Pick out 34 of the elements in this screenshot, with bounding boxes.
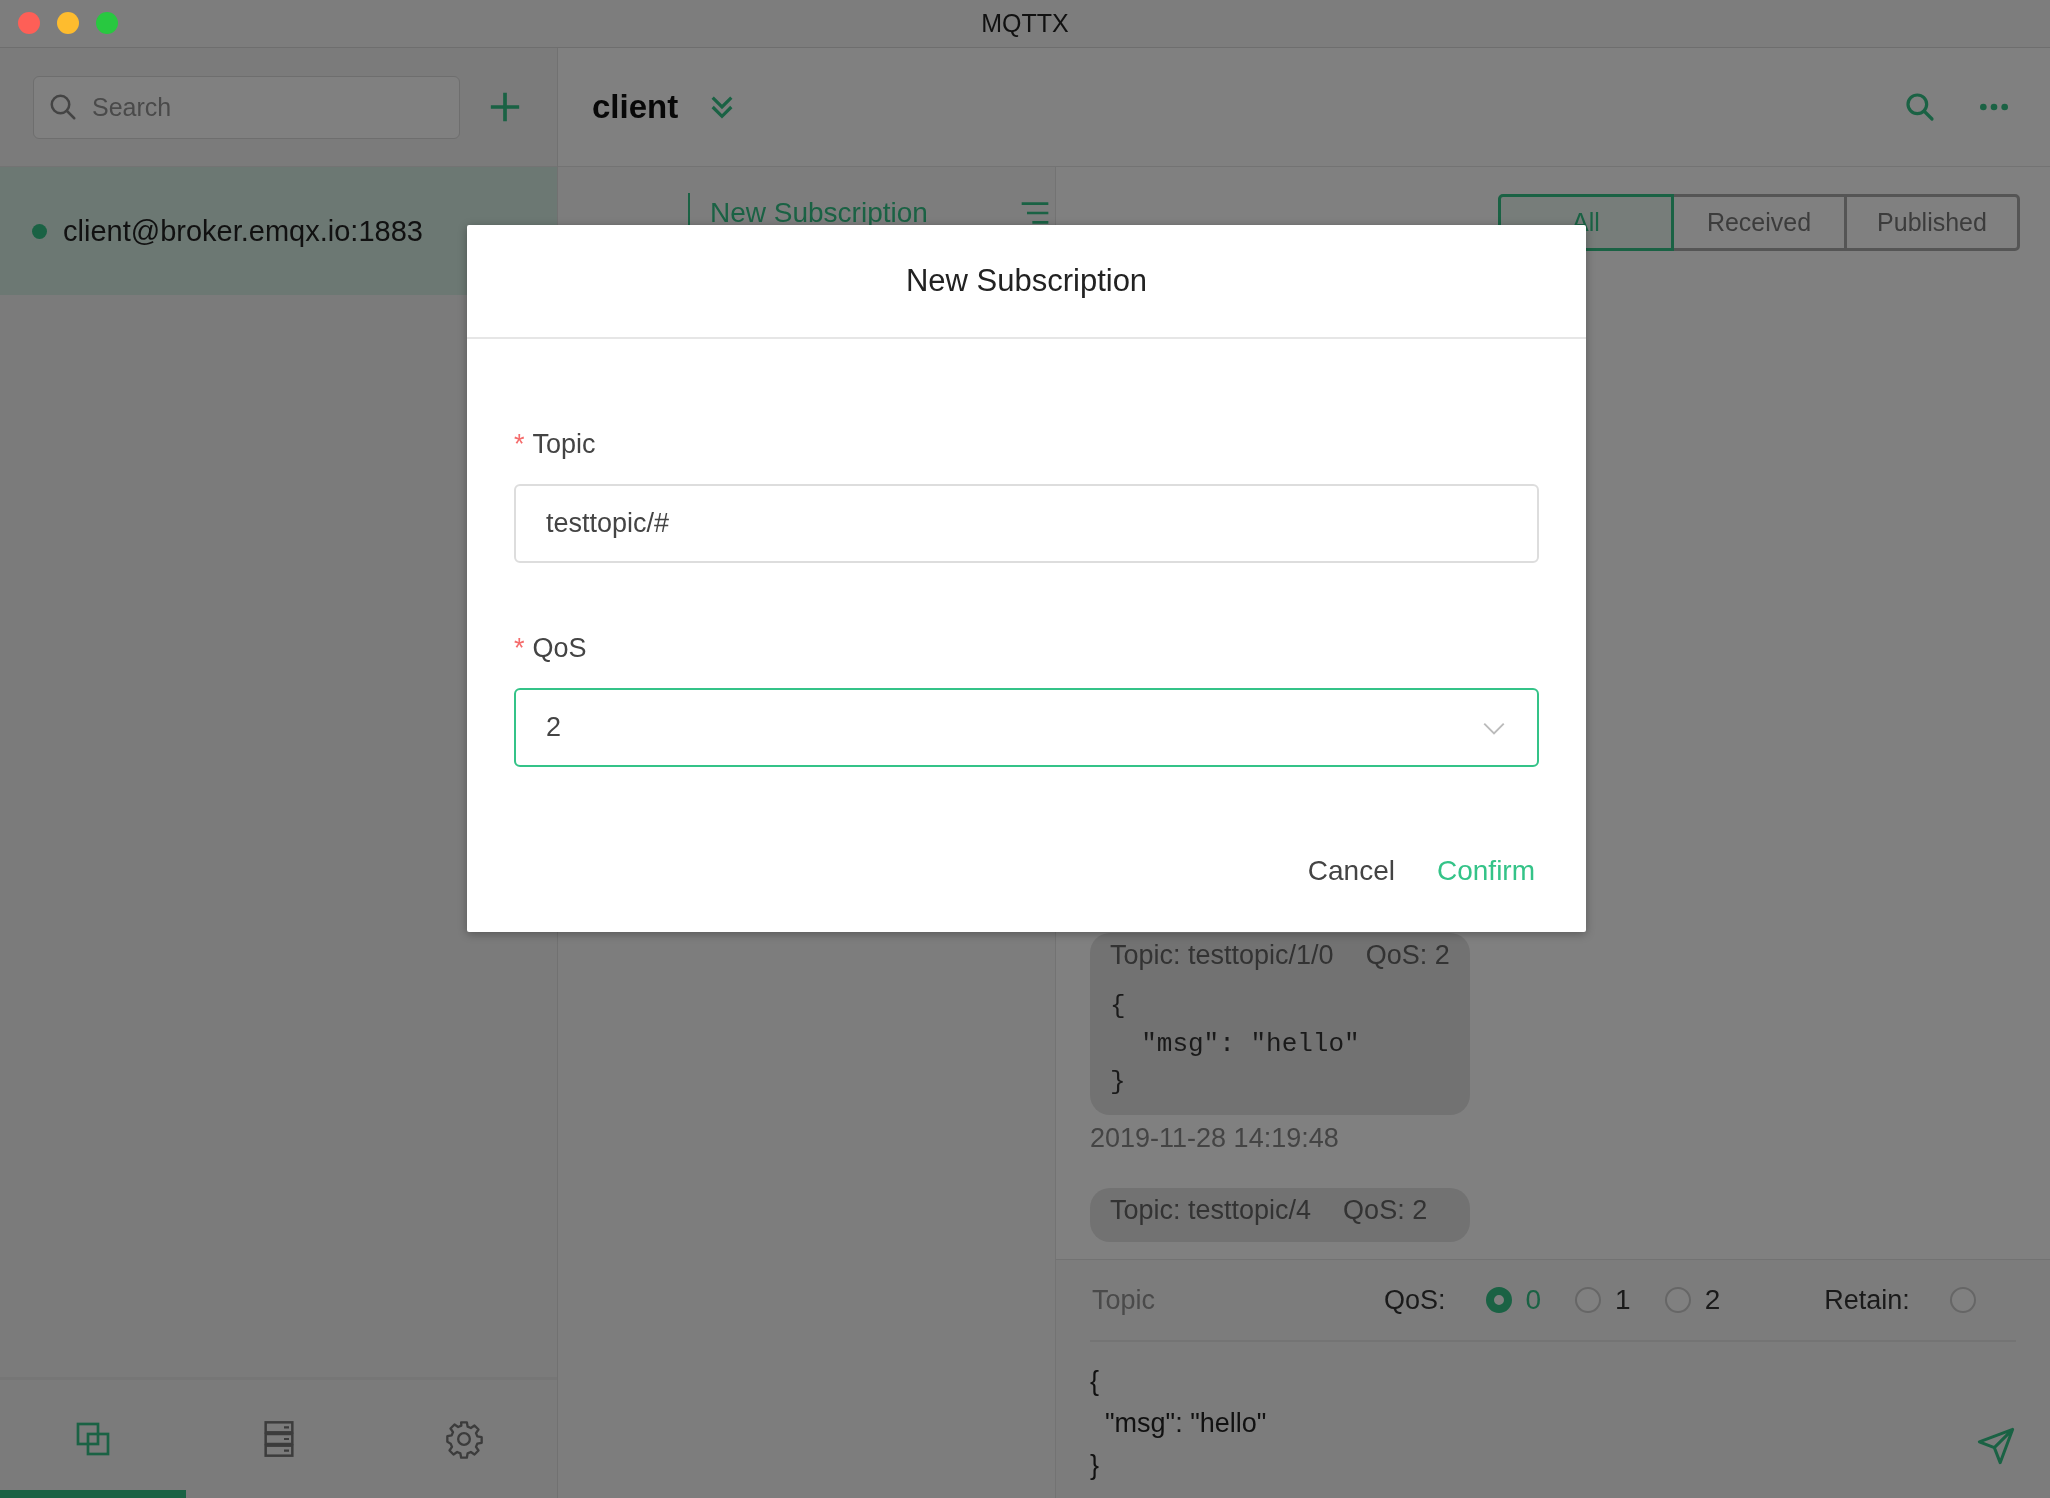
- qos-radio[interactable]: 1: [1575, 1284, 1631, 1316]
- minimize-window-button[interactable]: [57, 12, 79, 34]
- message-qos: QoS: 2: [1365, 939, 1450, 972]
- required-mark: *: [514, 632, 525, 665]
- confirm-button[interactable]: Confirm: [1433, 846, 1539, 896]
- connection-name: client@broker.emqx.io:1883: [63, 214, 423, 248]
- connection-title: client: [592, 88, 679, 126]
- close-window-button[interactable]: [18, 12, 40, 34]
- message-topic: Topic: testtopic/1/0: [1110, 939, 1334, 972]
- add-icon[interactable]: [488, 90, 522, 124]
- dialog-title: New Subscription: [905, 263, 1148, 299]
- field-label: QoS: [532, 632, 587, 665]
- qos-label: QoS:: [1384, 1284, 1446, 1316]
- connection-item[interactable]: client@broker.emqx.io:1883: [0, 167, 557, 295]
- field-label: Topic: [532, 428, 596, 461]
- zoom-window-button[interactable]: [96, 12, 118, 34]
- send-icon[interactable]: [1976, 1426, 2016, 1466]
- search-icon[interactable]: [1904, 91, 1936, 123]
- payload-editor[interactable]: { "msg": "hello" }: [1090, 1360, 1267, 1486]
- filter-tab[interactable]: Published: [1844, 194, 2020, 251]
- filter-tab[interactable]: Received: [1671, 194, 1847, 251]
- retain-label: Retain:: [1824, 1284, 1910, 1316]
- message-time: 2019-11-28 14:19:48: [1090, 1123, 1340, 1154]
- settings-icon: [444, 1419, 485, 1459]
- retain-radio[interactable]: [1949, 1287, 1976, 1313]
- cancel-button[interactable]: Cancel: [1303, 846, 1399, 896]
- message-qos: QoS: 2: [1343, 1194, 1428, 1227]
- qos-radio[interactable]: 2: [1664, 1284, 1721, 1316]
- qos-select[interactable]: 2: [514, 688, 1539, 767]
- message-topic: Topic: testtopic/4: [1110, 1194, 1312, 1227]
- topic-field[interactable]: testtopic/#: [514, 484, 1539, 563]
- required-mark: *: [514, 428, 525, 461]
- message-payload: { "msg": "hello" }: [1110, 990, 1361, 1099]
- window-title: MQTTX: [981, 9, 1069, 38]
